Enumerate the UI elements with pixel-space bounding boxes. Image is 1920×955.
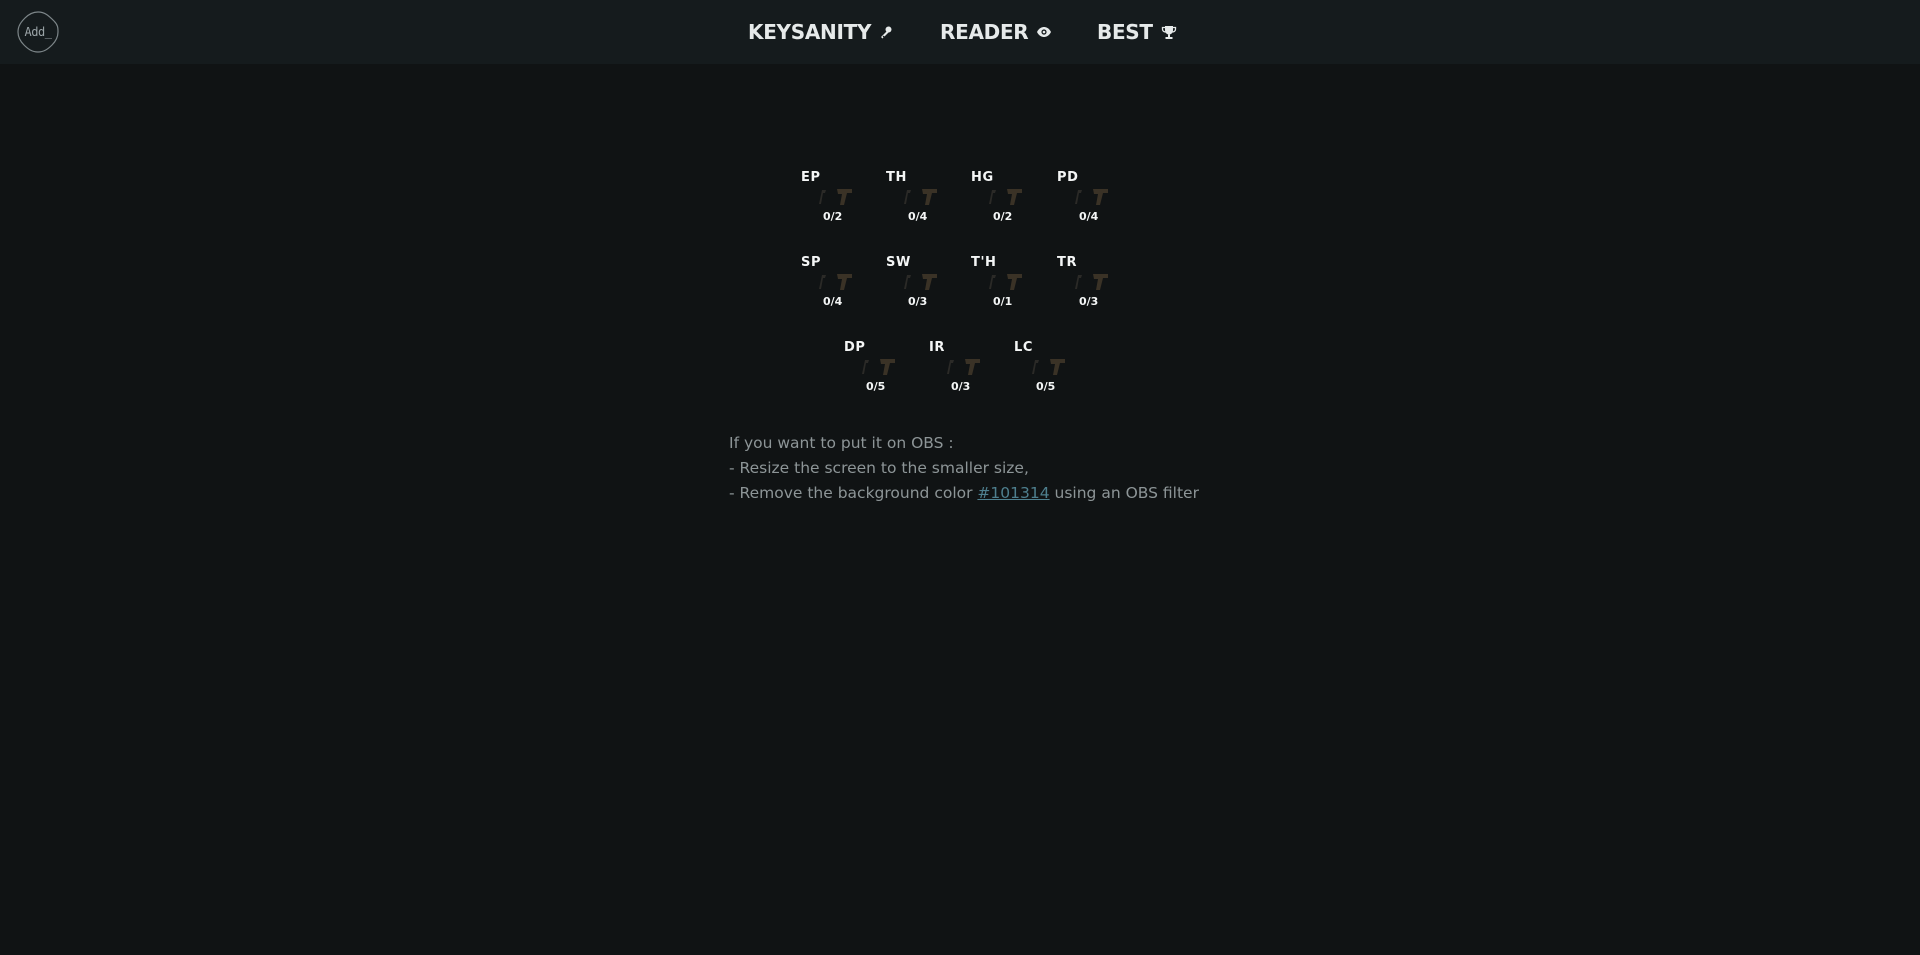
big-key-icon — [1007, 189, 1022, 205]
dungeon-keys — [815, 272, 859, 292]
big-key-icon — [922, 189, 937, 205]
small-key-icon — [819, 190, 826, 204]
dungeon-th[interactable]: TH 0/4 — [886, 170, 958, 236]
dungeon-key-count: 0/3 — [951, 380, 971, 393]
big-key-icon — [965, 359, 980, 375]
dungeon-name: EP — [801, 170, 821, 185]
dungeon-key-count: 0/2 — [993, 210, 1013, 223]
small-key-icon — [1075, 190, 1082, 204]
dungeon-dp[interactable]: DP 0/5 — [844, 340, 916, 406]
dungeon-keys — [1028, 357, 1072, 377]
big-key-icon — [1007, 274, 1022, 290]
obs-line-3-suffix: using an OBS filter — [1049, 484, 1199, 502]
dungeon-tr[interactable]: TR 0/3 — [1057, 255, 1129, 321]
obs-line-3-prefix: - Remove the background color — [729, 484, 978, 502]
dungeon-pd[interactable]: PD 0/4 — [1057, 170, 1129, 236]
small-key-icon — [947, 360, 954, 374]
dungeon-th-2[interactable]: T'H 0/1 — [971, 255, 1043, 321]
dungeon-name: TR — [1057, 255, 1078, 270]
dungeon-name: T'H — [971, 255, 997, 270]
small-key-icon — [1075, 275, 1082, 289]
small-key-icon — [1032, 360, 1039, 374]
dungeon-keys — [1071, 272, 1115, 292]
small-key-icon — [904, 275, 911, 289]
dungeon-keys — [985, 272, 1029, 292]
dungeon-key-count: 0/4 — [1079, 210, 1099, 223]
dungeon-keys — [815, 187, 859, 207]
big-key-icon — [837, 274, 852, 290]
dungeon-key-count: 0/5 — [866, 380, 886, 393]
dungeon-keys — [900, 272, 944, 292]
dungeon-key-count: 0/4 — [908, 210, 928, 223]
dungeon-lc[interactable]: LC 0/5 — [1014, 340, 1086, 406]
dungeon-grid: EP 0/2 TH 0/4 HG 0/2 PD 0/4 SP 0/4 SW 0/… — [0, 0, 1920, 420]
dungeon-name: LC — [1014, 340, 1034, 355]
background-color-link[interactable]: #101314 — [977, 484, 1049, 502]
dungeon-keys — [858, 357, 902, 377]
dungeon-sw[interactable]: SW 0/3 — [886, 255, 958, 321]
small-key-icon — [989, 275, 996, 289]
dungeon-keys — [1071, 187, 1115, 207]
dungeon-name: HG — [971, 170, 994, 185]
dungeon-hg[interactable]: HG 0/2 — [971, 170, 1043, 236]
dungeon-name: IR — [929, 340, 946, 355]
dungeon-keys — [943, 357, 987, 377]
dungeon-key-count: 0/3 — [908, 295, 928, 308]
dungeon-key-count: 0/2 — [823, 210, 843, 223]
dungeon-name: DP — [844, 340, 866, 355]
small-key-icon — [989, 190, 996, 204]
big-key-icon — [922, 274, 937, 290]
small-key-icon — [819, 275, 826, 289]
dungeon-name: TH — [886, 170, 907, 185]
dungeon-name: SW — [886, 255, 911, 270]
big-key-icon — [1050, 359, 1065, 375]
obs-instructions: If you want to put it on OBS : - Resize … — [729, 431, 1199, 506]
dungeon-keys — [900, 187, 944, 207]
dungeon-key-count: 0/1 — [993, 295, 1013, 308]
dungeon-name: PD — [1057, 170, 1079, 185]
dungeon-ep[interactable]: EP 0/2 — [801, 170, 873, 236]
big-key-icon — [837, 189, 852, 205]
dungeon-key-count: 0/3 — [1079, 295, 1099, 308]
dungeon-name: SP — [801, 255, 822, 270]
dungeon-key-count: 0/5 — [1036, 380, 1056, 393]
obs-line-3: - Remove the background color #101314 us… — [729, 481, 1199, 506]
dungeon-key-count: 0/4 — [823, 295, 843, 308]
obs-line-1: If you want to put it on OBS : — [729, 434, 954, 452]
small-key-icon — [904, 190, 911, 204]
big-key-icon — [1093, 274, 1108, 290]
big-key-icon — [1093, 189, 1108, 205]
dungeon-sp[interactable]: SP 0/4 — [801, 255, 873, 321]
dungeon-ir[interactable]: IR 0/3 — [929, 340, 1001, 406]
big-key-icon — [880, 359, 895, 375]
obs-line-2: - Resize the screen to the smaller size, — [729, 459, 1029, 477]
small-key-icon — [862, 360, 869, 374]
dungeon-keys — [985, 187, 1029, 207]
